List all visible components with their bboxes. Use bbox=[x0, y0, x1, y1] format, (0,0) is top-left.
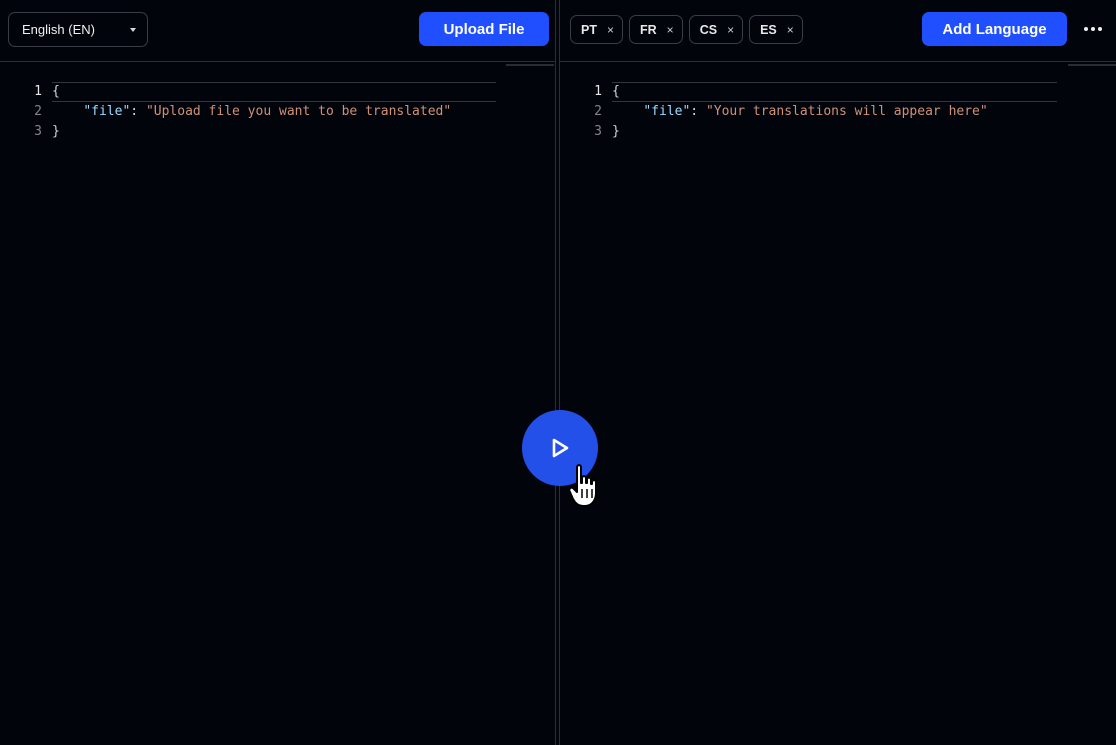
close-icon[interactable]: × bbox=[787, 23, 794, 37]
caret-down-icon bbox=[130, 28, 136, 32]
active-line-highlight bbox=[52, 82, 496, 102]
code-text: } bbox=[52, 124, 60, 139]
language-chip-pt[interactable]: PT × bbox=[570, 15, 623, 44]
target-editor[interactable]: 1 { 2 "file": "Your translations will ap… bbox=[560, 82, 1116, 142]
editor-line: 2 "file": "Your translations will appear… bbox=[560, 102, 1116, 122]
language-chip-label: FR bbox=[640, 22, 657, 37]
code-text: { bbox=[612, 84, 620, 99]
source-editor[interactable]: 1 { 2 "file": "Upload file you want to b… bbox=[0, 82, 556, 142]
source-toolbar: English (EN) Upload File bbox=[0, 0, 556, 62]
active-line-highlight bbox=[612, 82, 1057, 102]
code-text: "file": "Upload file you want to be tran… bbox=[52, 102, 451, 122]
close-icon[interactable]: × bbox=[607, 23, 614, 37]
close-icon[interactable]: × bbox=[727, 23, 734, 37]
target-language-list: PT × FR × CS × ES × bbox=[570, 15, 803, 44]
editor-line: 2 "file": "Upload file you want to be tr… bbox=[0, 102, 556, 122]
json-value: "Upload file you want to be translated" bbox=[145, 104, 452, 119]
close-icon[interactable]: × bbox=[667, 23, 674, 37]
editor-line: 1 { bbox=[560, 82, 1116, 102]
target-toolbar: PT × FR × CS × ES × Add Language bbox=[560, 0, 1116, 62]
translate-run-button[interactable] bbox=[522, 410, 598, 486]
json-value: "Your translations will appear here" bbox=[705, 104, 988, 119]
source-minimap[interactable] bbox=[506, 64, 554, 66]
line-number: 2 bbox=[594, 104, 602, 119]
editor-line: 3 } bbox=[560, 122, 1116, 142]
line-number: 2 bbox=[34, 104, 42, 119]
language-chip-es[interactable]: ES × bbox=[749, 15, 803, 44]
target-minimap[interactable] bbox=[1068, 64, 1116, 66]
source-pane: English (EN) Upload File 1 { 2 "file": "… bbox=[0, 0, 556, 745]
target-pane: PT × FR × CS × ES × Add Language 1 {2 "… bbox=[560, 0, 1116, 745]
source-language-select[interactable]: English (EN) bbox=[8, 12, 148, 47]
json-separator: : bbox=[130, 104, 146, 119]
code-text: } bbox=[612, 124, 620, 139]
code-text: { bbox=[52, 84, 60, 99]
json-separator: : bbox=[690, 104, 706, 119]
upload-file-button[interactable]: Upload File bbox=[419, 12, 549, 46]
language-chip-label: ES bbox=[760, 22, 777, 37]
line-number: 3 bbox=[34, 124, 42, 139]
json-key: "file" bbox=[83, 104, 131, 119]
source-language-label: English (EN) bbox=[22, 22, 95, 37]
language-chip-label: CS bbox=[699, 22, 718, 37]
more-horizontal-icon[interactable] bbox=[1083, 20, 1103, 38]
line-number: 1 bbox=[34, 84, 42, 99]
language-chip-fr[interactable]: FR × bbox=[629, 15, 683, 44]
code-text: "file": "Your translations will appear h… bbox=[612, 102, 988, 122]
line-number: 3 bbox=[594, 124, 602, 139]
line-number: 1 bbox=[594, 84, 602, 99]
editor-line: 3 } bbox=[0, 122, 556, 142]
add-language-button[interactable]: Add Language bbox=[922, 12, 1067, 46]
language-chip-label: PT bbox=[581, 22, 597, 37]
play-icon bbox=[552, 438, 569, 458]
editor-line: 1 { bbox=[0, 82, 556, 102]
json-key: "file" bbox=[643, 104, 691, 119]
language-chip-cs[interactable]: CS × bbox=[688, 15, 744, 44]
